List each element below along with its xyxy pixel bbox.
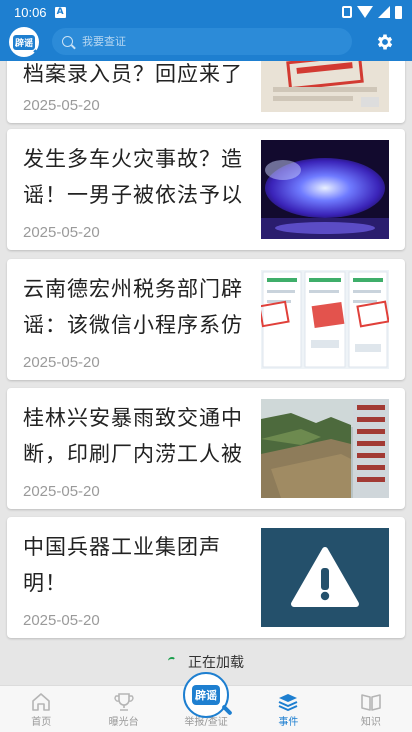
tab-label: 事件 [278,717,299,728]
news-card[interactable]: 中国兵器工业集团声明！ 2025-05-20 [7,517,405,638]
news-thumbnail [261,61,389,112]
news-title: 云南德宏州税务部门辟谣：该微信小程序系仿 [23,277,243,337]
tab-knowledge[interactable]: 知识 [330,686,412,732]
notification-icon: A [54,6,66,18]
battery-icon [395,5,402,19]
status-bar: 10:06 A [0,0,412,24]
loading-indicator: 正在加载 [0,652,412,672]
news-date: 2025-05-20 [23,354,100,371]
news-card[interactable]: 发生多车火灾事故？造谣！一男子被依法予以 2025-05-20 [7,129,405,250]
trophy-icon [114,693,134,711]
tab-events[interactable]: 事件 [247,686,329,732]
news-title: 档案录入员？回应来了 [23,62,243,86]
news-date: 2025-05-20 [23,97,100,114]
home-icon [32,693,51,711]
magnifier-handle-icon [33,49,42,58]
news-date: 2025-05-20 [23,224,100,241]
news-thumbnail [261,528,389,627]
tab-label: 首页 [31,717,52,728]
tab-label: 知识 [360,717,381,728]
vibrate-icon [342,6,352,18]
news-feed[interactable]: 档案录入员？回应来了 2025-05-20 发生多车火灾事故？造谣！一男子被依法… [0,61,412,685]
search-icon [62,36,73,47]
news-title: 发生多车火灾事故？造谣！一男子被依法予以 [23,147,243,207]
news-thumbnail [261,270,389,369]
news-card[interactable]: 档案录入员？回应来了 2025-05-20 [7,61,405,123]
tab-exposure[interactable]: 曝光台 [82,686,164,732]
search-input[interactable] [82,35,322,48]
report-verify-button[interactable]: 辟谣 [183,672,233,718]
gear-icon[interactable] [375,32,395,52]
wifi-icon [357,6,373,18]
search-bar[interactable] [52,28,352,55]
search-logo-icon: 辟谣 [192,685,220,705]
tab-home[interactable]: 首页 [0,686,82,732]
book-icon [361,694,381,711]
layers-icon [279,694,298,711]
news-thumbnail [261,399,389,498]
app-logo[interactable]: 辟谣 [9,27,42,58]
news-thumbnail [261,140,389,239]
logo-text: 辟谣 [12,34,35,50]
tab-label: 曝光台 [108,717,139,728]
news-card[interactable]: 云南德宏州税务部门辟谣：该微信小程序系仿 2025-05-20 [7,259,405,380]
loading-text: 正在加载 [188,655,244,671]
signal-icon [378,6,390,18]
news-title: 中国兵器工业集团声明！ [23,535,221,595]
news-date: 2025-05-20 [23,483,100,500]
app-header: 辟谣 [0,24,412,61]
loading-spinner-icon [168,657,176,665]
warning-icon [261,528,389,627]
news-date: 2025-05-20 [23,612,100,629]
news-card[interactable]: 桂林兴安暴雨致交通中断，印刷厂内涝工人被 2025-05-20 [7,388,405,509]
status-time: 10:06 [14,4,47,20]
news-title: 桂林兴安暴雨致交通中断，印刷厂内涝工人被 [23,406,243,466]
